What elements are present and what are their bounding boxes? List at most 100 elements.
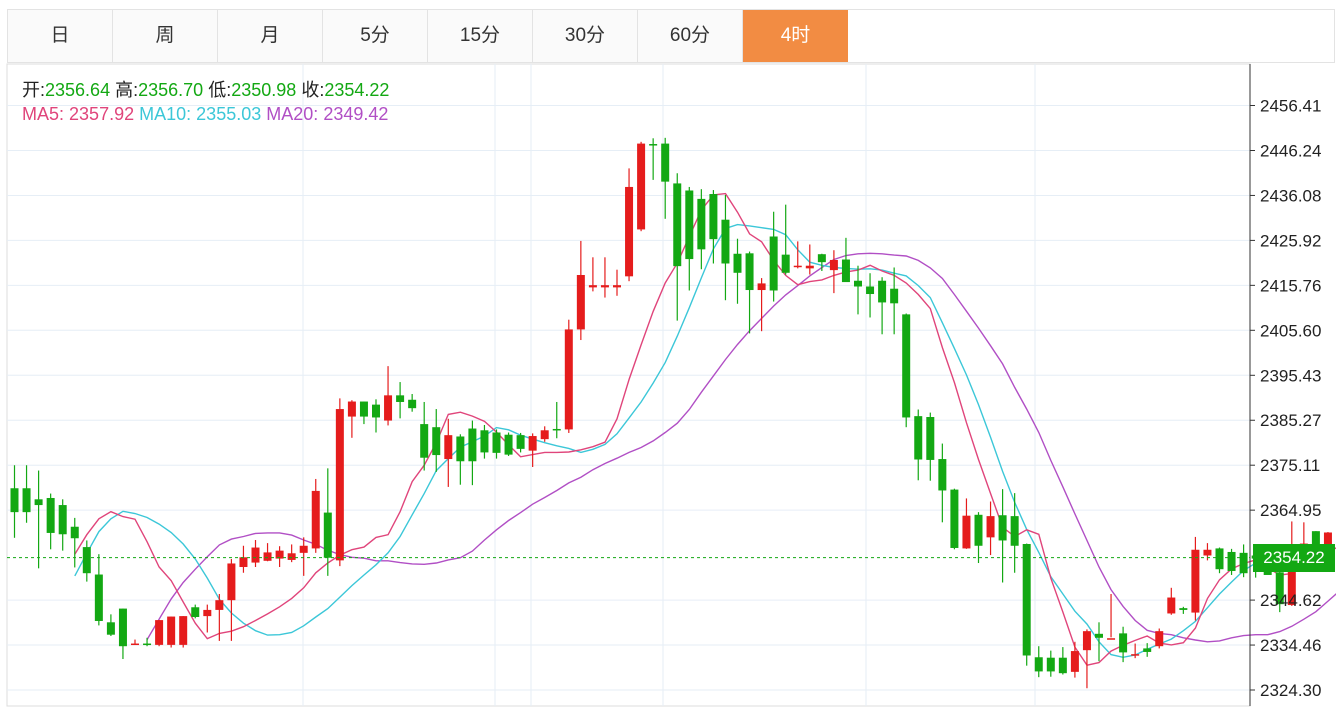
tab-60min[interactable]: 60分 [638,10,743,62]
candle-body [335,409,344,561]
candle-body [408,399,417,409]
tab-4hour[interactable]: 4时 [743,10,848,62]
ohlc-legend: 开:2356.64 高:2356.70 低:2350.98 收:2354.22 [22,76,389,102]
candle-body [1239,552,1248,574]
candle-body [709,194,718,240]
candle-body [299,545,308,553]
candle-body [878,280,887,303]
candle-body [528,436,537,451]
open-value: 2356.64 [45,80,111,100]
tab-5min[interactable]: 5分 [323,10,428,62]
candle [1022,543,1031,666]
candle-body [600,285,609,288]
tab-30min[interactable]: 30分 [533,10,638,62]
open-label: 开: [22,80,46,100]
period-tabs: 日 周 月 5分 15分 30分 60分 4时 [7,9,1335,63]
close-label: 收: [301,80,325,100]
candle [167,616,176,648]
candle [1155,628,1164,649]
tab-day[interactable]: 日 [8,10,113,62]
candle-body [58,505,67,535]
close-value: 2354.22 [324,80,390,100]
candle-body [817,254,826,263]
candle-body [1131,654,1140,656]
candle-body [721,219,730,264]
candle-body [384,395,393,421]
candle-body [311,490,320,549]
candle-body [998,515,1007,541]
candle-body [492,432,501,453]
ma5-value: 2357.92 [69,104,135,124]
y-tick-label: 2375.11 [1260,456,1320,475]
candle-body [1179,608,1188,610]
candle-body [22,488,31,513]
candle-body [1203,549,1212,556]
y-tick-label: 2415.76 [1260,276,1321,295]
candle-body [649,144,658,146]
candle-body [1155,631,1164,647]
candle-body [480,430,489,453]
y-tick-label: 2385.27 [1260,411,1321,430]
candle-body [82,547,91,574]
candle-body [1095,633,1103,638]
candle-body [444,435,453,460]
candle-body [854,280,862,287]
candle-body [215,600,224,610]
y-tick-label: 2405.60 [1260,321,1321,340]
candle-body [914,416,923,460]
candle-body [552,428,561,431]
candle-body [564,329,573,430]
candle-body [1070,651,1079,672]
candle-body [1046,657,1055,672]
tab-month[interactable]: 月 [218,10,323,62]
candle-body [167,616,176,645]
candle-body [926,417,935,460]
candle-body [974,514,983,546]
candle-body [468,428,477,462]
candle-body [673,183,682,267]
candle-body [745,253,754,291]
candle-body [239,557,248,568]
candle-body [1215,548,1224,570]
candle-body [179,616,188,645]
candle-body [155,620,164,645]
candle-body [1058,657,1067,674]
candle-body [685,190,694,260]
low-label: 低: [208,80,232,100]
candle-body [347,401,356,417]
candle [950,488,959,550]
candle-body [1119,633,1128,653]
candle-body [733,253,742,273]
y-tick-label: 2425.92 [1260,231,1321,250]
last-price-tag: 2354.22 [1253,543,1335,572]
candle-body [143,643,152,646]
candle-body [456,436,465,462]
candle [179,616,188,648]
candle-body [793,265,802,268]
candle-body [637,143,646,230]
candle [637,141,646,232]
candle-body [1191,549,1200,613]
candle-body [625,186,634,277]
candle-body [540,430,549,440]
candle-body [287,553,296,560]
candle-body [46,497,55,533]
y-tick-label: 2324.30 [1260,681,1321,700]
candle-body [902,314,911,418]
high-label: 高: [115,80,139,100]
candle-body [227,563,236,601]
candle-body [396,395,405,402]
candle-body [432,427,441,456]
candle-body [697,198,706,250]
tab-15min[interactable]: 15分 [428,10,533,62]
candle-body [1082,631,1091,651]
low-value: 2350.98 [231,80,297,100]
candle [902,313,911,428]
tab-week[interactable]: 周 [113,10,218,62]
candle-body [962,515,971,549]
candle [335,398,344,567]
candle-body [359,401,368,417]
y-tick-label: 2456.41 [1260,97,1321,116]
y-tick-label: 2334.46 [1260,636,1321,655]
candle-body [588,285,597,288]
